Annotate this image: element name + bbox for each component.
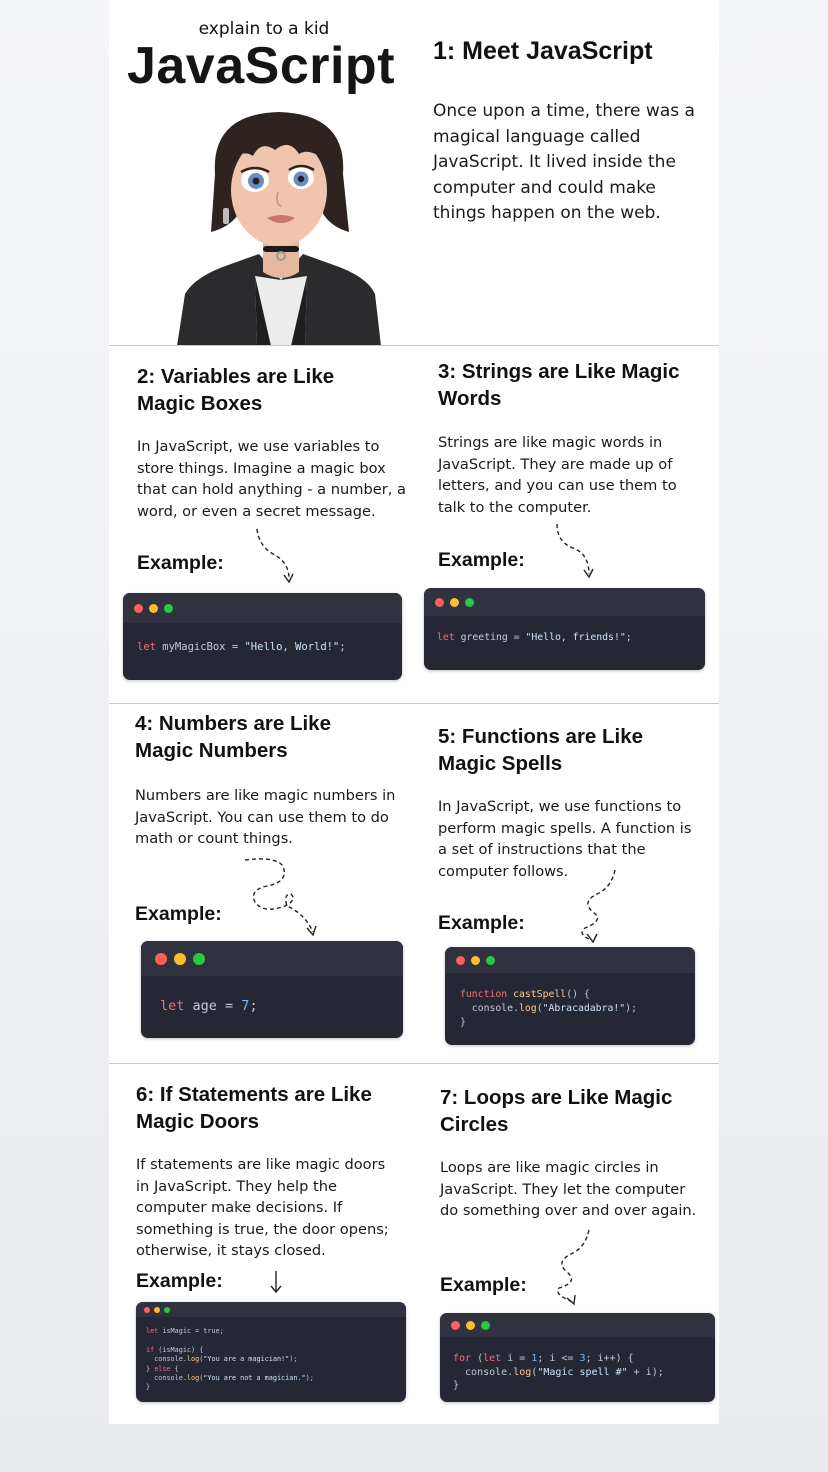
section-2-body: In JavaScript, we use variables to store… [137,438,406,520]
window-bar [136,1302,406,1317]
section-7-body: Loops are like magic circles in JavaScri… [440,1159,697,1219]
dashed-arrow-icon [556,523,594,579]
code-line: } [146,1383,151,1392]
divider [109,1063,719,1064]
section-7-heading: 7: Loops are Like Magic Circles [440,1086,673,1136]
section-6-heading: 6: If Statements are Like Magic Doors [136,1083,372,1133]
minimize-dot-icon [450,597,459,607]
code-line: function castSpell() { [460,989,590,1000]
down-arrow-icon [270,1271,282,1294]
minimize-dot-icon [471,955,480,965]
code-line: } [453,1380,460,1391]
maximize-dot-icon [486,955,495,965]
section-4-body: Numbers are like magic numbers in JavaSc… [135,787,396,847]
close-dot-icon [144,1306,150,1313]
code-line: console.log("You are not a magician."); [146,1374,314,1383]
maximize-dot-icon [481,1320,490,1330]
code-line: console.log("Abracadabra!"); [460,1003,637,1014]
code-snippet: let age = 7; [141,976,403,1015]
code-snippet: let myMagicBox = "Hello, World!"; [123,623,402,654]
section-1-heading: 1: Meet JavaScript [433,37,653,65]
section-2-heading: 2: Variables are Like Magic Boxes [137,365,335,415]
code-line: let myMagicBox = "Hello, World!"; [137,641,346,653]
code-line: let age = 7; [160,998,258,1014]
code-line: } else { [146,1364,179,1373]
divider [109,345,719,346]
code-snippet: function castSpell() { console.log("Abra… [445,973,695,1030]
close-dot-icon [435,597,444,607]
maximize-dot-icon [164,603,173,613]
code-line: console.log("Magic spell #" + i); [453,1366,664,1378]
maximize-dot-icon [164,1306,170,1313]
close-dot-icon [456,955,465,965]
minimize-dot-icon [149,603,158,613]
section-4-heading: 4: Numbers are Like Magic Numbers [135,712,331,762]
section-5-heading: 5: Functions are Like Magic Spells [438,725,644,775]
girl-character-illustration [177,112,381,346]
window-bar [440,1313,715,1337]
code-line: } [460,1017,466,1028]
section-3-heading: 3: Strings are Like Magic Words [438,360,680,410]
section-3-body: Strings are like magic words in JavaScri… [438,434,677,516]
section-5-body: In JavaScript, we use functions to perfo… [438,798,692,880]
main-title: JavaScript [126,37,396,95]
section-1-body: Once upon a time, there was a magical la… [433,101,695,223]
code-line: if (isMagic) { [146,1345,204,1354]
code-window-variables: let myMagicBox = "Hello, World!"; [123,593,402,680]
code-snippet: for (let i = 1; i <= 3; i++) { console.l… [440,1337,715,1393]
maximize-dot-icon [193,952,205,965]
dashed-curly-arrow-icon [244,858,317,937]
close-dot-icon [134,603,143,613]
window-bar [445,947,695,973]
code-line: let isMagic = true; [146,1327,224,1335]
window-bar [123,593,402,623]
dashed-squiggle-arrow-icon [556,1229,590,1306]
code-line: console.log("You are a magician!"); [146,1355,298,1364]
minimize-dot-icon [174,952,186,965]
section-6-example-label: Example: [136,1270,223,1292]
dashed-arrow-icon [256,528,294,584]
window-bar [141,941,403,976]
code-snippet: let isMagic = true; if (isMagic) { consol… [136,1317,406,1393]
maximize-dot-icon [465,597,474,607]
section-4-example-label: Example: [135,903,222,925]
code-window-strings: let greeting = "Hello, friends!"; [424,588,705,670]
section-5-example-label: Example: [438,912,525,934]
minimize-dot-icon [154,1306,160,1313]
section-6-body: If statements are like magic doors in Ja… [136,1156,389,1259]
minimize-dot-icon [466,1320,475,1330]
code-window-if-statements: let isMagic = true; if (isMagic) { consol… [136,1302,406,1402]
section-3-example-label: Example: [438,549,525,571]
code-window-numbers: let age = 7; [141,941,403,1038]
code-line: for (let i = 1; i <= 3; i++) { [453,1353,634,1364]
code-window-functions: function castSpell() { console.log("Abra… [445,947,695,1045]
infographic-page: explain to a kid JavaScript 1: Meet Java… [109,0,719,1424]
code-snippet: let greeting = "Hello, friends!"; [424,616,705,644]
close-dot-icon [155,952,167,965]
code-window-loops: for (let i = 1; i <= 3; i++) { console.l… [440,1313,715,1402]
divider [109,703,719,704]
close-dot-icon [451,1320,460,1330]
window-bar [424,588,705,616]
section-7-example-label: Example: [440,1274,527,1296]
section-2-example-label: Example: [137,552,224,574]
dashed-squiggle-arrow-icon [581,869,616,944]
code-line: let greeting = "Hello, friends!"; [437,632,632,643]
